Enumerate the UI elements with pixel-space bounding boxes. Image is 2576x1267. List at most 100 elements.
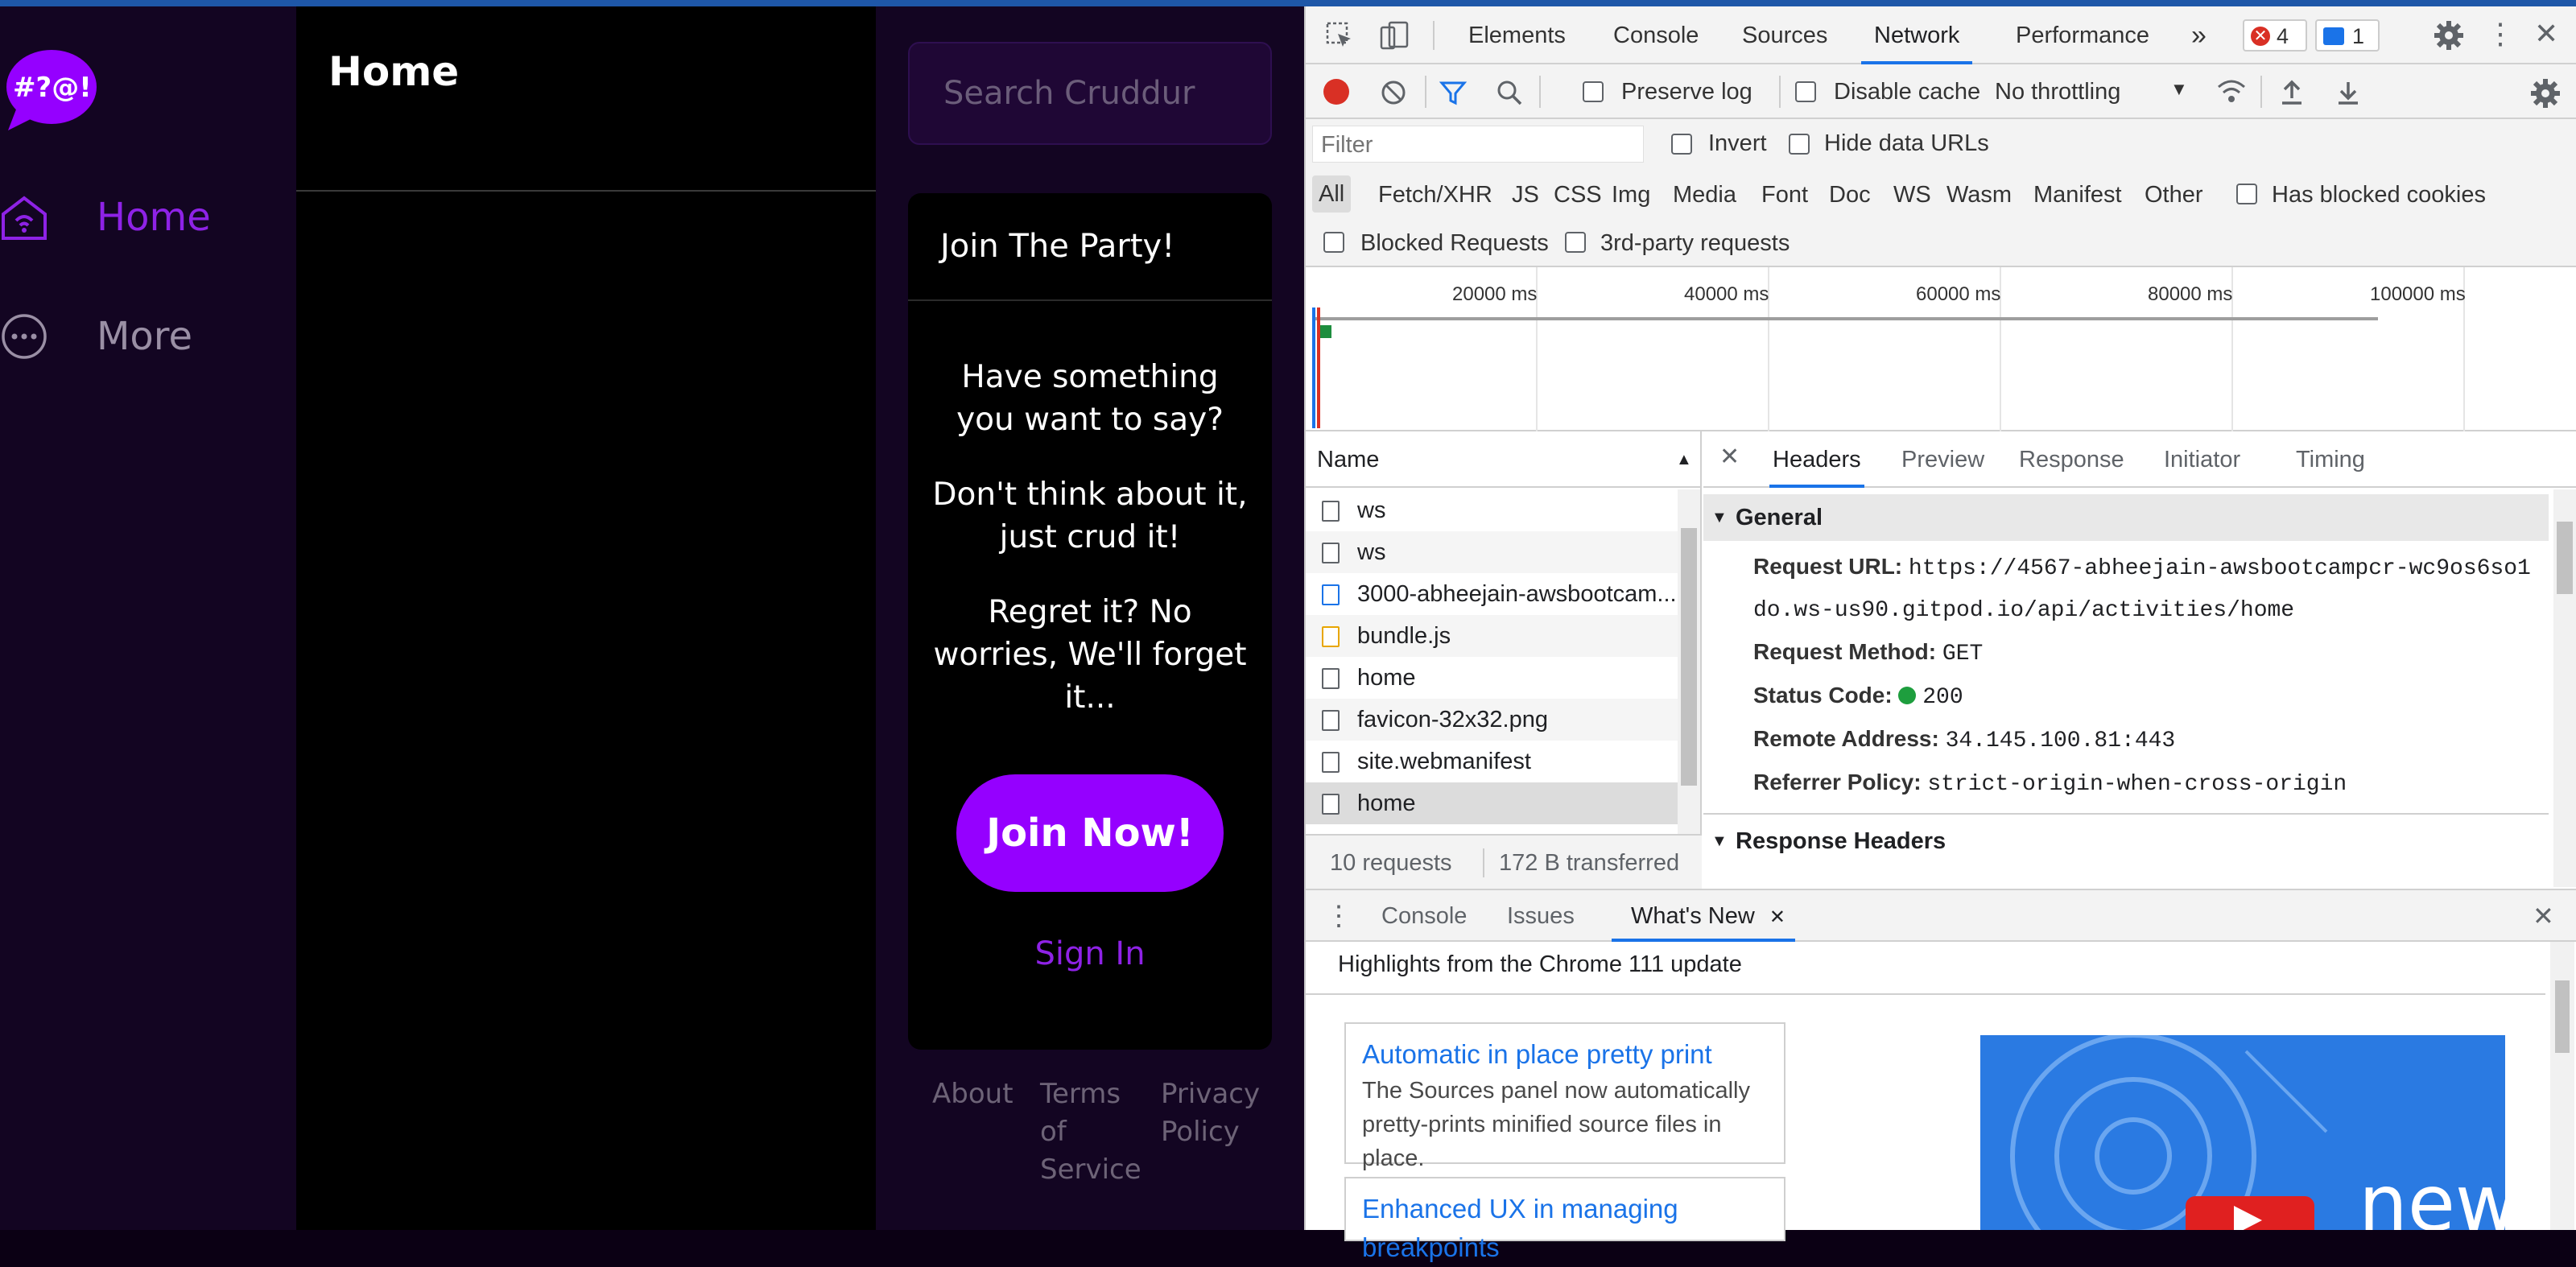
request-row[interactable]: ws xyxy=(1306,489,1678,531)
scrollbar-thumb[interactable] xyxy=(1681,528,1697,786)
drawer-tab-console[interactable]: Console xyxy=(1381,890,1467,942)
throttling-select[interactable]: No throttling xyxy=(1995,79,2120,105)
tab-sources[interactable]: Sources xyxy=(1742,6,1827,64)
triangle-down-icon: ▼ xyxy=(1711,509,1728,526)
has-blocked-cookies-checkbox[interactable] xyxy=(2236,184,2257,204)
footer-privacy-link[interactable]: Privacy Policy xyxy=(1161,1075,1260,1151)
close-devtools-icon[interactable]: ✕ xyxy=(2534,18,2558,50)
search-input[interactable]: Search Cruddur xyxy=(908,42,1272,145)
general-section-header[interactable]: ▼ General xyxy=(1703,494,2549,541)
remote-address-key: Remote Address: xyxy=(1753,726,1939,751)
tab-elements[interactable]: Elements xyxy=(1468,6,1566,64)
tab-console[interactable]: Console xyxy=(1613,6,1699,64)
filter-icon[interactable] xyxy=(1439,79,1467,106)
request-row[interactable]: favicon-32x32.png xyxy=(1306,699,1678,741)
tab-timing[interactable]: Timing xyxy=(2296,431,2365,488)
network-overview-timeline[interactable]: 20000 ms 40000 ms 60000 ms 80000 ms 1000… xyxy=(1306,267,2576,431)
scrollbar-thumb[interactable] xyxy=(2557,522,2573,594)
tab-performance[interactable]: Performance xyxy=(2016,6,2149,64)
timeline-request-bar xyxy=(1320,325,1331,338)
type-filter-media[interactable]: Media xyxy=(1673,182,1736,208)
type-filter-wasm[interactable]: Wasm xyxy=(1946,182,2012,208)
request-row[interactable]: ws xyxy=(1306,531,1678,573)
request-row[interactable]: site.webmanifest xyxy=(1306,741,1678,782)
error-count: 4 xyxy=(2277,24,2289,48)
toolbar-divider xyxy=(1425,76,1426,108)
tab-initiator[interactable]: Initiator xyxy=(2164,431,2240,488)
close-tab-icon[interactable]: ✕ xyxy=(1769,906,1785,928)
footer-terms-link[interactable]: Terms of Service xyxy=(1040,1075,1141,1189)
disable-cache-checkbox[interactable] xyxy=(1795,81,1816,102)
kebab-menu-icon[interactable]: ⋮ xyxy=(2486,18,2515,50)
export-har-icon[interactable] xyxy=(2336,79,2360,106)
clear-icon[interactable] xyxy=(1380,79,1407,106)
type-filter-fetch[interactable]: Fetch/XHR xyxy=(1378,182,1492,208)
preserve-log-checkbox[interactable] xyxy=(1583,81,1604,102)
type-filter-doc[interactable]: Doc xyxy=(1829,182,1871,208)
whats-new-scrollbar[interactable] xyxy=(2550,942,2574,1230)
nav-item-more[interactable]: More xyxy=(0,296,192,377)
error-badge[interactable]: ✕ 4 xyxy=(2243,19,2307,52)
tab-network[interactable]: Network xyxy=(1861,6,1973,64)
record-icon[interactable] xyxy=(1323,79,1349,105)
feature-card-title[interactable]: Enhanced UX in managing breakpoints xyxy=(1362,1190,1768,1267)
request-row-selected[interactable]: home xyxy=(1306,782,1678,824)
request-row[interactable]: bundle.js xyxy=(1306,615,1678,657)
request-row[interactable]: home xyxy=(1306,657,1678,699)
type-filter-js[interactable]: JS xyxy=(1512,182,1539,208)
join-now-button[interactable]: Join Now! xyxy=(956,774,1224,892)
response-headers-section-header[interactable]: ▼ Response Headers xyxy=(1703,818,2549,865)
third-party-requests-checkbox[interactable] xyxy=(1565,232,1586,253)
response-headers-title: Response Headers xyxy=(1736,828,1946,854)
cruddur-logo[interactable]: #?@! xyxy=(2,47,98,135)
hide-data-urls-checkbox[interactable] xyxy=(1789,134,1810,155)
search-icon[interactable] xyxy=(1496,79,1523,106)
tab-preview[interactable]: Preview xyxy=(1901,431,1984,488)
settings-gear-icon[interactable] xyxy=(2433,19,2465,52)
toolbar-divider xyxy=(1433,21,1435,50)
type-filter-img[interactable]: Img xyxy=(1612,182,1650,208)
details-scrollbar[interactable] xyxy=(2553,489,2576,887)
footer-about-link[interactable]: About xyxy=(932,1075,1013,1113)
close-details-icon[interactable]: ✕ xyxy=(1719,431,1740,483)
name-column-header[interactable]: Name ▲ xyxy=(1306,431,1700,488)
tab-response[interactable]: Response xyxy=(2019,431,2124,488)
invert-label: Invert xyxy=(1708,130,1767,156)
close-drawer-icon[interactable]: ✕ xyxy=(2533,890,2554,942)
drawer-tab-issues[interactable]: Issues xyxy=(1507,890,1575,942)
drawer-tab-whats-new[interactable]: What's New ✕ xyxy=(1612,890,1795,942)
request-list-scrollbar[interactable] xyxy=(1678,489,1700,834)
scrollbar-thumb[interactable] xyxy=(2555,980,2570,1053)
network-conditions-icon[interactable] xyxy=(2215,77,2248,106)
import-har-icon[interactable] xyxy=(2280,79,2304,106)
request-row[interactable]: 3000-abheejain-awsbootcam... xyxy=(1306,573,1678,615)
more-tabs-chevron-icon[interactable]: » xyxy=(2191,6,2207,64)
device-toolbar-icon[interactable] xyxy=(1378,19,1410,52)
message-badge[interactable]: 1 xyxy=(2315,19,2380,52)
sign-in-link[interactable]: Sign In xyxy=(908,935,1272,972)
file-icon xyxy=(1322,668,1340,689)
feature-card-title[interactable]: Automatic in place pretty print xyxy=(1362,1035,1768,1074)
timeline-label: 40000 ms xyxy=(1684,283,1769,305)
nav-item-home[interactable]: Home xyxy=(0,177,211,258)
type-filter-ws[interactable]: WS xyxy=(1893,182,1931,208)
type-filter-css[interactable]: CSS xyxy=(1554,182,1602,208)
feature-card[interactable]: Enhanced UX in managing breakpoints xyxy=(1344,1177,1785,1262)
type-filter-font[interactable]: Font xyxy=(1761,182,1808,208)
inspect-element-icon[interactable] xyxy=(1325,21,1354,50)
type-filter-manifest[interactable]: Manifest xyxy=(2033,182,2122,208)
drawer-menu-icon[interactable]: ⋮ xyxy=(1325,890,1352,942)
filter-input[interactable]: Filter xyxy=(1312,126,1644,163)
type-filter-all[interactable]: All xyxy=(1312,175,1352,213)
invert-checkbox[interactable] xyxy=(1671,134,1692,155)
blocked-requests-checkbox[interactable] xyxy=(1323,232,1344,253)
network-settings-gear-icon[interactable] xyxy=(2529,77,2562,109)
third-party-requests-label: 3rd-party requests xyxy=(1600,230,1790,256)
feature-card[interactable]: Automatic in place pretty print The Sour… xyxy=(1344,1022,1785,1171)
tab-headers[interactable]: Headers xyxy=(1769,431,1864,488)
preserve-log-label: Preserve log xyxy=(1621,79,1752,105)
chevron-down-icon[interactable]: ▼ xyxy=(2170,79,2188,100)
type-filter-other[interactable]: Other xyxy=(2145,182,2203,208)
whats-new-video-thumbnail[interactable]: new xyxy=(1980,1035,2505,1230)
request-name: site.webmanifest xyxy=(1357,749,1531,774)
